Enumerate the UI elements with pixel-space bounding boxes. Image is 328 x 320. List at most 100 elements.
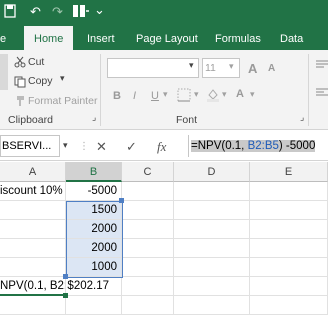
formula-input[interactable]: =NPV(0.1, B2:B5) -5000 bbox=[188, 135, 328, 157]
column-header-c[interactable]: C bbox=[122, 162, 174, 182]
tab-file[interactable]: e bbox=[0, 26, 6, 50]
cell-b3-value: 2000 bbox=[91, 223, 117, 235]
copy-button[interactable]: Copy bbox=[28, 75, 53, 87]
cell-d7[interactable] bbox=[174, 296, 250, 315]
cell-d3[interactable] bbox=[174, 220, 250, 239]
cell-d6[interactable] bbox=[174, 277, 250, 296]
column-header-d[interactable]: D bbox=[174, 162, 250, 182]
cell-a1[interactable]: iscount 10% bbox=[0, 182, 66, 201]
cell-a4[interactable] bbox=[0, 239, 66, 258]
clipboard-group-label: Clipboard bbox=[8, 114, 53, 126]
name-box[interactable]: BSERVI... bbox=[0, 135, 60, 157]
cell-d1[interactable] bbox=[174, 182, 250, 201]
cell-e2[interactable] bbox=[250, 201, 328, 220]
align-left-icon[interactable] bbox=[316, 88, 328, 101]
borders-icon[interactable] bbox=[177, 88, 191, 105]
fill-handle[interactable] bbox=[63, 293, 68, 298]
touch-mode-icon[interactable] bbox=[72, 3, 90, 23]
cell-d4[interactable] bbox=[174, 239, 250, 258]
cell-e5[interactable] bbox=[250, 258, 328, 277]
cell-e4[interactable] bbox=[250, 239, 328, 258]
range-handle-bottom[interactable] bbox=[63, 274, 68, 279]
tab-formulas[interactable]: Formulas bbox=[215, 26, 261, 50]
formula-function: NPV(0.1, bbox=[197, 140, 248, 152]
cell-c6[interactable] bbox=[122, 277, 174, 296]
font-launcher-icon[interactable]: ⌟ bbox=[300, 112, 304, 123]
cell-c2[interactable] bbox=[122, 201, 174, 220]
cell-b1[interactable]: -5000 bbox=[66, 182, 122, 201]
cell-e7[interactable] bbox=[250, 296, 328, 315]
group-separator bbox=[100, 54, 101, 126]
enter-icon[interactable]: ✓ bbox=[126, 139, 137, 155]
format-painter-icon bbox=[14, 95, 26, 110]
paste-icon[interactable] bbox=[0, 54, 8, 90]
cell-e6[interactable] bbox=[250, 277, 328, 296]
save-icon[interactable] bbox=[4, 4, 16, 22]
cell-b2-value: 1500 bbox=[91, 204, 117, 216]
cell-b1-value: -5000 bbox=[87, 185, 117, 197]
cell-e1[interactable] bbox=[250, 182, 328, 201]
font-size-value: 11 bbox=[205, 62, 216, 74]
cell-a6[interactable]: NPV(0.1, B2:I bbox=[0, 277, 66, 296]
cell-b6[interactable]: $202.17 bbox=[66, 277, 122, 296]
cell-c4[interactable] bbox=[122, 239, 174, 258]
ribbon: Cut Copy ▾ Format Painter Clipboard ⌟ ▾ … bbox=[0, 50, 328, 130]
font-color-dropdown-icon[interactable]: ▾ bbox=[250, 89, 255, 100]
underline-dropdown-icon[interactable]: ▾ bbox=[163, 89, 168, 100]
clipboard-launcher-icon[interactable]: ⌟ bbox=[92, 112, 96, 123]
bold-button[interactable]: B bbox=[113, 90, 121, 102]
group-separator-2 bbox=[308, 54, 309, 126]
cell-b7[interactable] bbox=[66, 296, 122, 315]
column-header-e[interactable]: E bbox=[250, 162, 328, 182]
column-header-a[interactable]: A bbox=[0, 162, 66, 182]
formula-range-ref: B2:B5 bbox=[247, 140, 279, 152]
customize-toolbar-icon[interactable]: ⌄ bbox=[94, 2, 105, 18]
borders-dropdown-icon[interactable]: ▾ bbox=[194, 89, 199, 100]
increase-font-icon[interactable]: A bbox=[248, 61, 257, 76]
italic-button[interactable]: I bbox=[133, 90, 136, 102]
title-bar: ↶ ↷ ⌄ bbox=[0, 0, 328, 26]
cell-d2[interactable] bbox=[174, 201, 250, 220]
copy-icon bbox=[14, 76, 26, 91]
fill-color-icon[interactable] bbox=[206, 88, 220, 105]
format-painter-button[interactable]: Format Painter bbox=[28, 95, 97, 107]
cell-b4[interactable]: 2000 bbox=[66, 239, 122, 258]
cell-a3[interactable] bbox=[0, 220, 66, 239]
insert-function-icon[interactable]: fx bbox=[157, 139, 166, 155]
cut-button[interactable]: Cut bbox=[28, 56, 44, 68]
cell-c7[interactable] bbox=[122, 296, 174, 315]
cell-a2[interactable] bbox=[0, 201, 66, 220]
formula-text: =NPV(0.1, B2:B5) -5000 bbox=[191, 140, 316, 152]
cell-a5[interactable] bbox=[0, 258, 66, 277]
tab-home[interactable]: Home bbox=[24, 26, 74, 50]
cell-b5[interactable]: 1000 bbox=[66, 258, 122, 277]
font-color-icon[interactable]: A bbox=[236, 88, 244, 100]
cell-e3[interactable] bbox=[250, 220, 328, 239]
decrease-font-icon[interactable]: A bbox=[268, 63, 275, 74]
cell-c1[interactable] bbox=[122, 182, 174, 201]
cancel-icon[interactable]: ✕ bbox=[96, 139, 107, 155]
tab-insert[interactable]: Insert bbox=[87, 26, 115, 50]
fill-color-dropdown-icon[interactable]: ▾ bbox=[222, 89, 227, 100]
font-size-field[interactable]: 11 ▾ bbox=[202, 58, 240, 78]
font-family-dropdown-icon[interactable]: ▾ bbox=[189, 60, 194, 71]
cell-b3[interactable]: 2000 bbox=[66, 220, 122, 239]
redo-icon[interactable]: ↷ bbox=[52, 4, 63, 20]
font-family-field[interactable] bbox=[107, 58, 199, 78]
copy-dropdown-icon[interactable]: ▾ bbox=[60, 73, 65, 84]
cell-d5[interactable] bbox=[174, 258, 250, 277]
cell-c5[interactable] bbox=[122, 258, 174, 277]
name-box-dropdown-icon[interactable]: ▾ bbox=[63, 140, 68, 151]
column-header-b[interactable]: B bbox=[66, 162, 122, 182]
cell-c3[interactable] bbox=[122, 220, 174, 239]
underline-button[interactable]: U bbox=[151, 90, 159, 102]
range-handle-top[interactable] bbox=[119, 198, 124, 203]
align-top-icon[interactable] bbox=[316, 60, 328, 73]
worksheet-grid: A B C D E iscount 10% -5000 1500 2000 20… bbox=[0, 162, 328, 320]
cell-a7[interactable] bbox=[0, 296, 66, 315]
tab-data[interactable]: Data bbox=[280, 26, 303, 50]
tab-page-layout[interactable]: Page Layout bbox=[136, 26, 198, 50]
cell-b2[interactable]: 1500 bbox=[66, 201, 122, 220]
font-group-label: Font bbox=[176, 114, 198, 126]
undo-icon[interactable]: ↶ bbox=[30, 4, 41, 20]
